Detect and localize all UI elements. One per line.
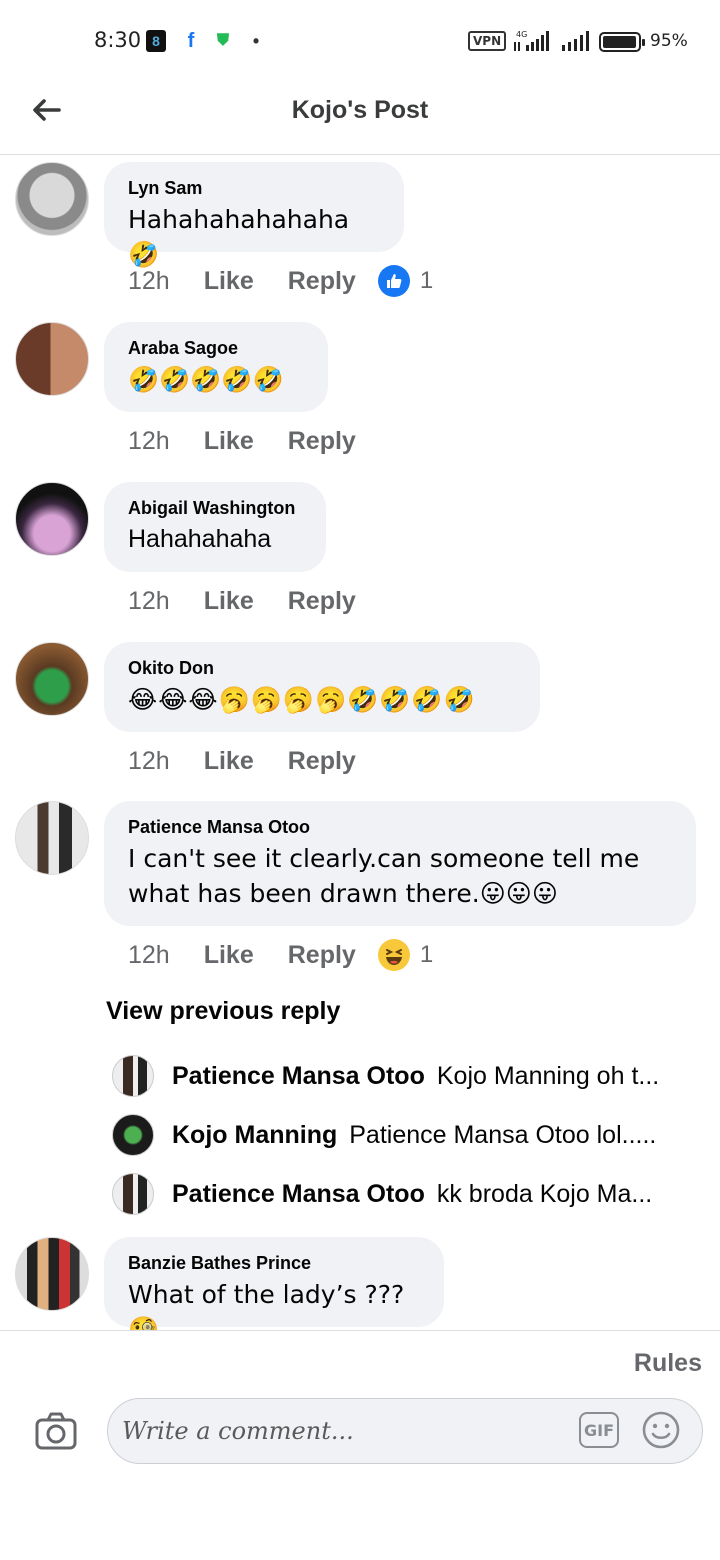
comment-actions: 12h Like Reply 1 — [128, 937, 433, 973]
comment-author[interactable]: Lyn Sam — [128, 176, 380, 200]
dot-icon: • — [252, 30, 260, 51]
reply-button[interactable]: Reply — [288, 267, 356, 296]
reaction-summary[interactable]: 1 — [377, 265, 434, 297]
battery-percent: 95% — [650, 31, 688, 51]
avatar[interactable] — [15, 482, 89, 556]
comment-time[interactable]: 12h — [128, 941, 170, 970]
comment-time[interactable]: 12h — [128, 427, 170, 456]
gif-button[interactable]: GIF — [579, 1412, 619, 1448]
comment-actions: 12h Like Reply — [128, 423, 356, 459]
comment-author[interactable]: Abigail Washington — [128, 496, 302, 520]
reply-button[interactable]: Reply — [288, 941, 356, 970]
comment-box[interactable]: GIF — [107, 1398, 703, 1464]
comment-bubble: Banzie Bathes Prince What of the lady’s … — [104, 1237, 444, 1344]
comment-text: I can't see it clearly.can someone tell … — [128, 844, 640, 908]
avatar[interactable] — [112, 1114, 154, 1156]
like-button[interactable]: Like — [204, 587, 254, 616]
comment-text: 😂😂😂🥱🥱🥱🥱🤣🤣🤣🤣 — [128, 685, 476, 714]
rules-link[interactable]: Rules — [634, 1349, 702, 1378]
battery-icon — [599, 32, 645, 52]
comment-actions: 12h Like Reply — [128, 583, 356, 619]
reaction-count: 1 — [419, 267, 434, 294]
comment-text: Hahahahahahaha 🤣 — [128, 205, 350, 269]
comment-bubble: Okito Don 😂😂😂🥱🥱🥱🥱🤣🤣🤣🤣 — [104, 642, 540, 732]
shield-app-icon: ⛊ — [216, 32, 229, 49]
reply-button[interactable]: Reply — [288, 747, 356, 776]
reaction-count: 1 — [419, 941, 434, 968]
comment-composer: Rules GIF — [0, 1330, 720, 1560]
avatar[interactable] — [15, 322, 89, 396]
reply-author[interactable]: Patience Mansa Otoo — [172, 1180, 425, 1209]
comment-author[interactable]: Araba Sagoe — [128, 336, 304, 360]
reply-button[interactable]: Reply — [288, 427, 356, 456]
avatar[interactable] — [15, 801, 89, 875]
vpn-badge: VPN — [468, 31, 507, 51]
like-button[interactable]: Like — [204, 267, 254, 296]
comment-actions: 12h Like Reply 1 — [128, 263, 433, 299]
comment-author[interactable]: Banzie Bathes Prince — [128, 1251, 420, 1275]
comment-bubble: Araba Sagoe 🤣🤣🤣🤣🤣 — [104, 322, 328, 412]
status-bar: 8:30 8 f ⛊ • VPN 4G 95% — [0, 0, 720, 80]
comment-bubble: Patience Mansa Otoo I can't see it clear… — [104, 801, 696, 926]
camera-icon[interactable] — [34, 1409, 78, 1453]
view-previous-reply-link[interactable]: View previous reply — [106, 997, 340, 1026]
reply-text: Kojo Manning oh t... — [436, 1061, 660, 1090]
status-time: 8:30 — [94, 28, 142, 52]
comment-input[interactable] — [122, 1413, 562, 1449]
avatar[interactable] — [15, 1237, 89, 1311]
comment-time[interactable]: 12h — [128, 267, 170, 296]
emoji-icon[interactable] — [641, 1410, 681, 1450]
reply-text: kk broda Kojo Ma... — [436, 1179, 653, 1208]
reply-text: Patience Mansa Otoo lol..... — [349, 1120, 657, 1149]
avatar[interactable] — [15, 162, 89, 236]
svg-text:4G: 4G — [516, 30, 527, 39]
reply-item[interactable]: Patience Mansa Otoo Kojo Manning oh t... — [112, 1054, 692, 1098]
comment-bubble: Lyn Sam Hahahahahahaha 🤣 — [104, 162, 404, 269]
comment-author[interactable]: Patience Mansa Otoo — [128, 815, 672, 839]
avatar[interactable] — [15, 642, 89, 716]
app-icon: 8 — [146, 30, 166, 52]
like-button[interactable]: Like — [204, 427, 254, 456]
like-button[interactable]: Like — [204, 941, 254, 970]
comment-time[interactable]: 12h — [128, 747, 170, 776]
comment-author[interactable]: Okito Don — [128, 656, 516, 680]
comment-time[interactable]: 12h — [128, 587, 170, 616]
reply-button[interactable]: Reply — [288, 587, 356, 616]
reply-item[interactable]: Patience Mansa Otoo kk broda Kojo Ma... — [112, 1172, 692, 1216]
like-button[interactable]: Like — [204, 747, 254, 776]
comment-bubble: Abigail Washington Hahahahaha — [104, 482, 326, 572]
thumbs-up-icon — [377, 265, 410, 297]
reply-author[interactable]: Kojo Manning — [172, 1121, 337, 1150]
comment-text: Hahahahaha — [128, 525, 272, 553]
comment-text: 🤣🤣🤣🤣🤣 — [128, 365, 284, 394]
reaction-summary[interactable]: 1 — [377, 939, 434, 971]
page-header: Kojo's Post — [0, 80, 720, 155]
avatar[interactable] — [112, 1173, 154, 1215]
signal-icon — [562, 31, 589, 51]
facebook-icon: f — [187, 29, 195, 52]
avatar[interactable] — [112, 1055, 154, 1097]
reply-author[interactable]: Patience Mansa Otoo — [172, 1062, 425, 1091]
comment-actions: 12h Like Reply — [128, 743, 356, 779]
signal-4g-icon: 4G — [514, 30, 549, 51]
haha-reaction-icon — [377, 939, 410, 971]
reply-item[interactable]: Kojo Manning Patience Mansa Otoo lol....… — [112, 1113, 692, 1157]
page-title: Kojo's Post — [291, 96, 429, 124]
